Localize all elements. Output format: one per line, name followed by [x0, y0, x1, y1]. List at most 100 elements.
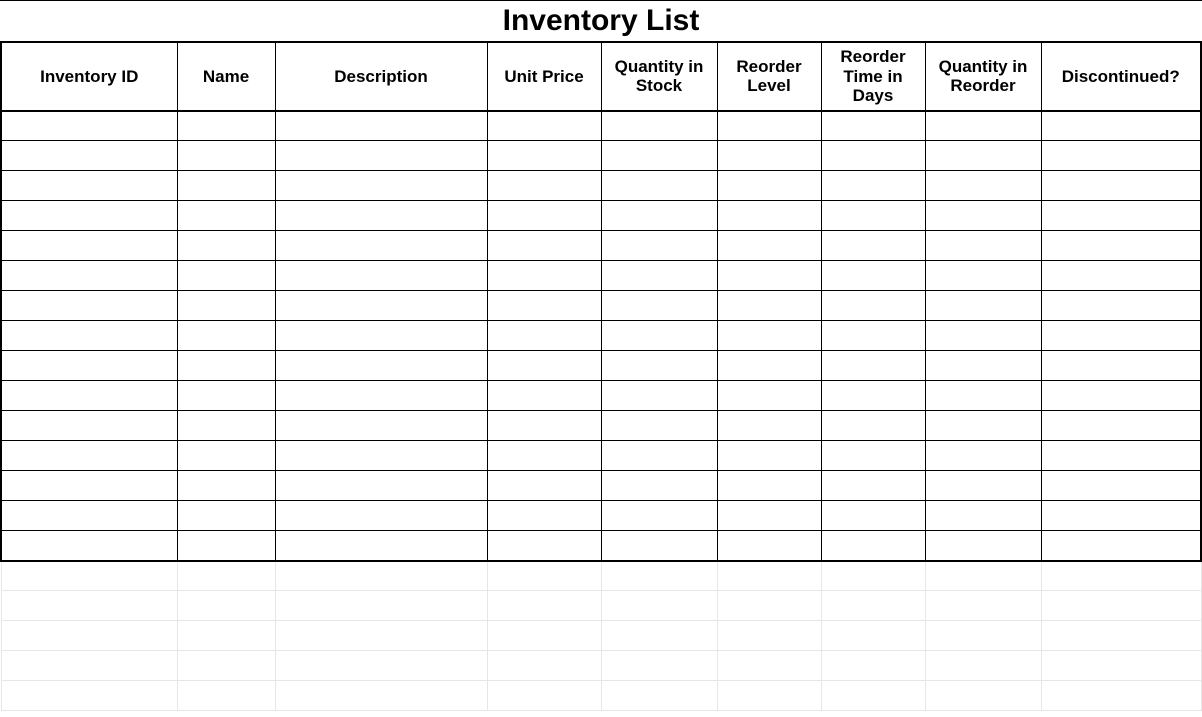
cell-inventory_id[interactable]: [1, 411, 177, 441]
ghost-cell[interactable]: [177, 621, 275, 651]
cell-description[interactable]: [275, 441, 487, 471]
cell-unit_price[interactable]: [487, 291, 601, 321]
cell-reorder_time_in_days[interactable]: [821, 261, 925, 291]
cell-quantity_in_reorder[interactable]: [925, 531, 1041, 561]
cell-name[interactable]: [177, 471, 275, 501]
cell-description[interactable]: [275, 471, 487, 501]
cell-quantity_in_stock[interactable]: [601, 351, 717, 381]
cell-reorder_level[interactable]: [717, 351, 821, 381]
ghost-cell[interactable]: [601, 651, 717, 681]
cell-inventory_id[interactable]: [1, 231, 177, 261]
cell-unit_price[interactable]: [487, 531, 601, 561]
ghost-cell[interactable]: [487, 681, 601, 711]
cell-quantity_in_reorder[interactable]: [925, 141, 1041, 171]
cell-unit_price[interactable]: [487, 171, 601, 201]
cell-reorder_level[interactable]: [717, 231, 821, 261]
cell-reorder_time_in_days[interactable]: [821, 201, 925, 231]
cell-unit_price[interactable]: [487, 381, 601, 411]
cell-inventory_id[interactable]: [1, 381, 177, 411]
cell-discontinued[interactable]: [1041, 441, 1201, 471]
cell-inventory_id[interactable]: [1, 321, 177, 351]
cell-quantity_in_reorder[interactable]: [925, 501, 1041, 531]
cell-discontinued[interactable]: [1041, 291, 1201, 321]
ghost-cell[interactable]: [1, 591, 177, 621]
cell-quantity_in_stock[interactable]: [601, 141, 717, 171]
cell-quantity_in_reorder[interactable]: [925, 231, 1041, 261]
cell-reorder_time_in_days[interactable]: [821, 531, 925, 561]
cell-unit_price[interactable]: [487, 201, 601, 231]
ghost-cell[interactable]: [487, 621, 601, 651]
cell-quantity_in_stock[interactable]: [601, 111, 717, 141]
cell-description[interactable]: [275, 111, 487, 141]
cell-name[interactable]: [177, 351, 275, 381]
cell-quantity_in_reorder[interactable]: [925, 441, 1041, 471]
ghost-cell[interactable]: [487, 591, 601, 621]
cell-reorder_level[interactable]: [717, 381, 821, 411]
cell-inventory_id[interactable]: [1, 201, 177, 231]
ghost-cell[interactable]: [821, 681, 925, 711]
cell-reorder_level[interactable]: [717, 321, 821, 351]
cell-quantity_in_stock[interactable]: [601, 411, 717, 441]
cell-name[interactable]: [177, 531, 275, 561]
cell-unit_price[interactable]: [487, 351, 601, 381]
cell-discontinued[interactable]: [1041, 381, 1201, 411]
cell-description[interactable]: [275, 201, 487, 231]
ghost-cell[interactable]: [821, 591, 925, 621]
cell-discontinued[interactable]: [1041, 111, 1201, 141]
cell-reorder_time_in_days[interactable]: [821, 171, 925, 201]
cell-reorder_time_in_days[interactable]: [821, 441, 925, 471]
cell-reorder_level[interactable]: [717, 291, 821, 321]
cell-reorder_level[interactable]: [717, 171, 821, 201]
cell-reorder_level[interactable]: [717, 411, 821, 441]
ghost-cell[interactable]: [487, 561, 601, 591]
ghost-cell[interactable]: [601, 621, 717, 651]
cell-description[interactable]: [275, 381, 487, 411]
cell-discontinued[interactable]: [1041, 351, 1201, 381]
cell-unit_price[interactable]: [487, 231, 601, 261]
cell-inventory_id[interactable]: [1, 501, 177, 531]
cell-quantity_in_stock[interactable]: [601, 291, 717, 321]
cell-name[interactable]: [177, 381, 275, 411]
cell-name[interactable]: [177, 111, 275, 141]
cell-name[interactable]: [177, 171, 275, 201]
cell-discontinued[interactable]: [1041, 411, 1201, 441]
ghost-cell[interactable]: [177, 561, 275, 591]
cell-inventory_id[interactable]: [1, 261, 177, 291]
cell-quantity_in_stock[interactable]: [601, 171, 717, 201]
cell-unit_price[interactable]: [487, 321, 601, 351]
cell-discontinued[interactable]: [1041, 231, 1201, 261]
cell-quantity_in_stock[interactable]: [601, 321, 717, 351]
cell-reorder_time_in_days[interactable]: [821, 411, 925, 441]
cell-quantity_in_stock[interactable]: [601, 231, 717, 261]
cell-reorder_time_in_days[interactable]: [821, 141, 925, 171]
cell-quantity_in_reorder[interactable]: [925, 411, 1041, 441]
cell-discontinued[interactable]: [1041, 531, 1201, 561]
cell-name[interactable]: [177, 501, 275, 531]
cell-reorder_time_in_days[interactable]: [821, 351, 925, 381]
ghost-cell[interactable]: [601, 561, 717, 591]
cell-quantity_in_stock[interactable]: [601, 201, 717, 231]
cell-quantity_in_reorder[interactable]: [925, 201, 1041, 231]
ghost-cell[interactable]: [821, 561, 925, 591]
cell-description[interactable]: [275, 531, 487, 561]
cell-reorder_level[interactable]: [717, 441, 821, 471]
cell-reorder_time_in_days[interactable]: [821, 501, 925, 531]
ghost-cell[interactable]: [925, 561, 1041, 591]
cell-name[interactable]: [177, 321, 275, 351]
cell-description[interactable]: [275, 411, 487, 441]
cell-quantity_in_stock[interactable]: [601, 441, 717, 471]
cell-unit_price[interactable]: [487, 111, 601, 141]
cell-unit_price[interactable]: [487, 501, 601, 531]
ghost-cell[interactable]: [275, 621, 487, 651]
ghost-cell[interactable]: [717, 681, 821, 711]
cell-inventory_id[interactable]: [1, 441, 177, 471]
ghost-cell[interactable]: [1, 681, 177, 711]
cell-inventory_id[interactable]: [1, 291, 177, 321]
ghost-cell[interactable]: [717, 651, 821, 681]
cell-reorder_level[interactable]: [717, 201, 821, 231]
cell-name[interactable]: [177, 201, 275, 231]
ghost-cell[interactable]: [601, 591, 717, 621]
cell-unit_price[interactable]: [487, 471, 601, 501]
cell-quantity_in_reorder[interactable]: [925, 321, 1041, 351]
cell-quantity_in_stock[interactable]: [601, 381, 717, 411]
